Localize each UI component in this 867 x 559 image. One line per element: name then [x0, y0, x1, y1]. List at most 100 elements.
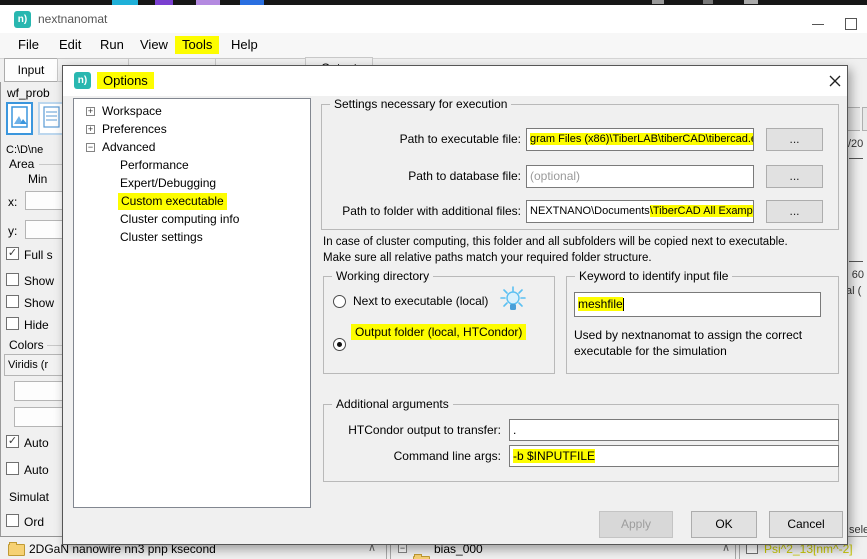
ok-button[interactable]: OK	[691, 511, 757, 538]
tree-item-label: Workspace	[102, 103, 162, 120]
htcondor-output-input[interactable]: .	[509, 419, 839, 441]
hide-label: Hide	[24, 318, 49, 332]
folder-path-input[interactable]: NEXTNANO\Documents\TiberCAD All Examples	[526, 200, 754, 223]
exec-path-label: Path to executable file:	[321, 132, 521, 146]
auto-checkbox-2[interactable]	[6, 462, 19, 475]
db-path-placeholder: (optional)	[530, 169, 580, 183]
browse-exec-button[interactable]: ...	[766, 128, 823, 151]
auto-checkbox-1[interactable]: ✓	[6, 435, 19, 448]
tree-item-label: Cluster settings	[120, 229, 203, 246]
app-titlebar: n) nextnanomat	[0, 5, 867, 33]
date-fragment: /20	[848, 138, 863, 150]
cmdline-args-label: Command line args:	[323, 449, 501, 463]
expand-icon[interactable]: +	[86, 107, 95, 116]
radio-output-folder-label: Output folder (local, HTCondor)	[351, 324, 526, 340]
collapse-icon[interactable]: −	[398, 544, 407, 553]
menu-run[interactable]: Run	[93, 36, 131, 54]
maximize-icon[interactable]	[845, 18, 857, 30]
tree-item-label: Custom executable	[118, 193, 227, 210]
collapse-icon[interactable]: −	[86, 143, 95, 152]
file-path-label: C:\D\ne	[6, 144, 43, 156]
groupbox-title: Keyword to identify input file	[575, 269, 732, 283]
keyword-help-line2: executable for the simulation	[574, 344, 727, 358]
taskbar-chip	[652, 0, 664, 4]
tree-item-label: Cluster computing info	[120, 211, 239, 228]
folder-path-label: Path to folder with additional files:	[321, 204, 521, 218]
menu-help[interactable]: Help	[224, 36, 265, 54]
additional-args-groupbox: Additional arguments	[323, 404, 839, 482]
minimize-icon[interactable]	[812, 24, 824, 25]
nextnano-logo-icon: n)	[14, 11, 31, 28]
color-button-1[interactable]	[14, 381, 63, 401]
partial-toolbar-button	[862, 107, 867, 131]
cluster-info-line1: In case of cluster computing, this folde…	[323, 236, 788, 248]
y-label: y:	[8, 224, 17, 238]
partial-toolbar-button	[847, 107, 860, 131]
menu-file[interactable]: File	[11, 36, 46, 54]
show-label-2: Show	[24, 296, 54, 310]
keyword-input[interactable]: meshfile	[574, 292, 821, 317]
order-checkbox[interactable]	[6, 514, 19, 527]
radio-output-folder[interactable]	[333, 338, 346, 351]
cmdline-args-value: -b $INPUTFILE	[513, 449, 595, 463]
show-label-1: Show	[24, 274, 54, 288]
min-column-label: Min	[28, 172, 47, 186]
text-view-icon[interactable]	[38, 102, 63, 135]
menubar: File Edit Run View Tools Help	[0, 33, 867, 59]
close-icon[interactable]	[824, 70, 846, 92]
text-fragment: sele	[849, 524, 867, 536]
tree-item-label: Preferences	[102, 121, 167, 138]
simulation-group-label: Simulat	[9, 490, 49, 504]
full-scale-checkbox[interactable]: ✓	[6, 247, 19, 260]
groupbox-title: Additional arguments	[332, 397, 453, 411]
x-min-input[interactable]	[25, 191, 63, 210]
dialog-titlebar: n) Options	[63, 66, 847, 96]
left-panel: wf_prob C:\D\ne Area Min x: y: ✓ Full s	[0, 82, 63, 536]
show-checkbox-1[interactable]	[6, 273, 19, 286]
htcondor-output-value: .	[513, 423, 516, 437]
taskbar-chip	[703, 0, 713, 4]
show-checkbox-2[interactable]	[6, 295, 19, 308]
tree-item-label: Expert/Debugging	[120, 175, 216, 192]
groupbox-title: Settings necessary for execution	[330, 97, 511, 111]
text-fragment: al (	[846, 285, 861, 297]
nextnano-logo-icon: n)	[74, 72, 91, 89]
colors-group-label: Colors	[9, 338, 44, 352]
db-path-input[interactable]: (optional)	[526, 165, 754, 188]
file-tab-label: wf_prob	[7, 86, 50, 100]
exec-path-value: gram Files (x86)\TiberLAB\tiberCAD\tiber…	[530, 133, 754, 145]
tab-input[interactable]: Input	[4, 58, 58, 82]
taskbar-chip	[744, 0, 758, 4]
cmdline-args-input[interactable]: -b $INPUTFILE	[509, 445, 839, 467]
screen: n) nextnanomat File Edit Run View Tools …	[0, 0, 867, 559]
color-button-2[interactable]	[14, 407, 63, 427]
order-label: Ord	[24, 515, 44, 529]
menu-view[interactable]: View	[133, 36, 175, 54]
colormap-select[interactable]: Viridis (r	[4, 354, 63, 376]
menu-tools[interactable]: Tools	[175, 36, 219, 54]
radio-next-to-executable[interactable]	[333, 295, 346, 308]
browse-db-button[interactable]: ...	[766, 165, 823, 188]
keyword-groupbox: Keyword to identify input file	[566, 276, 839, 374]
options-tree: + Workspace + Preferences − Advanced Per…	[73, 98, 311, 508]
cluster-info-line2: Make sure all relative paths match your …	[323, 252, 652, 264]
image-view-icon[interactable]	[6, 102, 33, 135]
auto-label-1: Auto	[24, 436, 49, 450]
area-group-label: Area	[9, 157, 34, 171]
htcondor-output-label: HTCondor output to transfer:	[323, 423, 501, 437]
menu-edit[interactable]: Edit	[52, 36, 88, 54]
text-cursor	[623, 298, 624, 311]
tree-item-label: Performance	[120, 157, 189, 174]
lightbulb-icon	[500, 286, 526, 317]
exec-path-input[interactable]: gram Files (x86)\TiberLAB\tiberCAD\tiber…	[526, 128, 754, 151]
tree-item-label: Advanced	[102, 139, 155, 156]
cancel-button[interactable]: Cancel	[769, 511, 843, 538]
hide-checkbox[interactable]	[6, 317, 19, 330]
expand-icon[interactable]: +	[86, 125, 95, 134]
keyword-help-line1: Used by nextnanomat to assign the correc…	[574, 328, 802, 342]
browse-folder-button[interactable]: ...	[766, 200, 823, 223]
options-dialog: n) Options + Workspace + Preferences − A…	[62, 65, 848, 545]
radio-next-to-executable-label: Next to executable (local)	[353, 294, 488, 308]
apply-button[interactable]: Apply	[599, 511, 673, 538]
y-min-input[interactable]	[25, 220, 63, 239]
